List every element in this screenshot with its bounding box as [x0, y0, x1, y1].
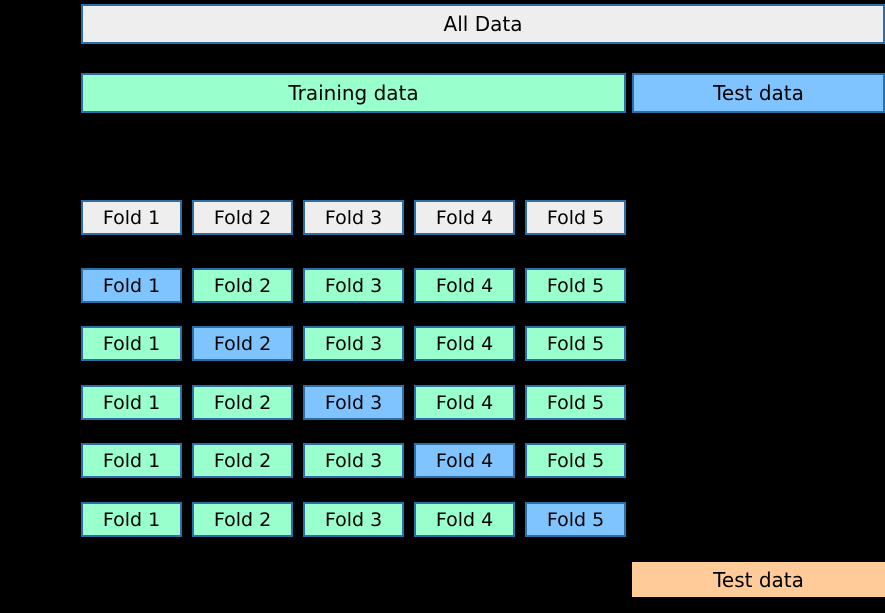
- fold-cell: Fold 1: [81, 385, 182, 420]
- fold-cell: Fold 2: [192, 268, 293, 303]
- fold-cell: Fold 2: [192, 326, 293, 361]
- split-row-2: Fold 1 Fold 2 Fold 3 Fold 4 Fold 5: [81, 326, 626, 361]
- split-row-1: Fold 1 Fold 2 Fold 3 Fold 4 Fold 5: [81, 268, 626, 303]
- fold-cell: Fold 5: [525, 326, 626, 361]
- fold-cell: Fold 5: [525, 385, 626, 420]
- fold-cell: Fold 1: [81, 326, 182, 361]
- fold-cell: Fold 1: [81, 268, 182, 303]
- fold-cell: Fold 2: [192, 502, 293, 537]
- fold-cell: Fold 3: [303, 268, 404, 303]
- fold-header-cell: Fold 3: [303, 200, 404, 235]
- fold-header-row: Fold 1 Fold 2 Fold 3 Fold 4 Fold 5: [81, 200, 626, 235]
- split-row-3: Fold 1 Fold 2 Fold 3 Fold 4 Fold 5: [81, 385, 626, 420]
- fold-cell: Fold 4: [414, 268, 515, 303]
- fold-cell: Fold 2: [192, 443, 293, 478]
- fold-header-cell: Fold 2: [192, 200, 293, 235]
- fold-cell: Fold 4: [414, 443, 515, 478]
- fold-cell: Fold 5: [525, 502, 626, 537]
- fold-cell: Fold 1: [81, 443, 182, 478]
- test-data-box: Test data: [632, 73, 885, 113]
- fold-header-cell: Fold 5: [525, 200, 626, 235]
- fold-cell: Fold 3: [303, 443, 404, 478]
- final-test-data-box: Test data: [632, 562, 885, 597]
- training-data-box: Training data: [81, 73, 626, 113]
- fold-header-cell: Fold 1: [81, 200, 182, 235]
- all-data-box: All Data: [81, 4, 885, 44]
- fold-cell: Fold 3: [303, 502, 404, 537]
- fold-cell: Fold 4: [414, 326, 515, 361]
- fold-cell: Fold 4: [414, 385, 515, 420]
- fold-cell: Fold 1: [81, 502, 182, 537]
- fold-cell: Fold 3: [303, 326, 404, 361]
- fold-cell: Fold 3: [303, 385, 404, 420]
- fold-cell: Fold 5: [525, 443, 626, 478]
- split-row-4: Fold 1 Fold 2 Fold 3 Fold 4 Fold 5: [81, 443, 626, 478]
- split-row-5: Fold 1 Fold 2 Fold 3 Fold 4 Fold 5: [81, 502, 626, 537]
- fold-header-cell: Fold 4: [414, 200, 515, 235]
- fold-cell: Fold 2: [192, 385, 293, 420]
- fold-cell: Fold 5: [525, 268, 626, 303]
- fold-cell: Fold 4: [414, 502, 515, 537]
